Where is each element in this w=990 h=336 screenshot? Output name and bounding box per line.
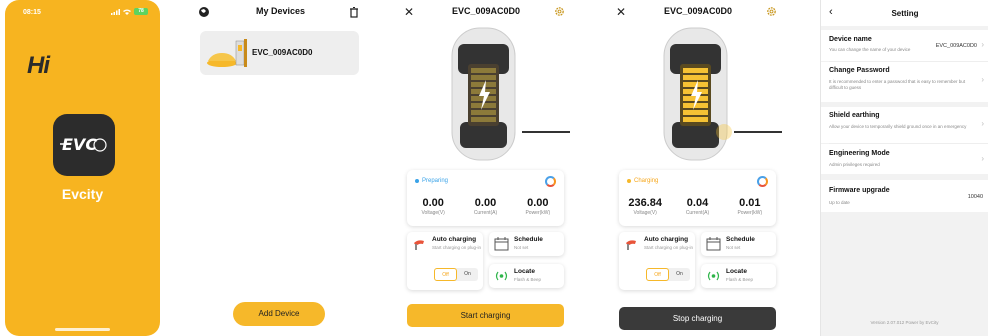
chart-icon[interactable] [757, 176, 768, 187]
evc-logo-icon: EVC [60, 135, 107, 154]
version-footer: Version 2.07.012 Power by EvCity [870, 320, 939, 325]
auto-charging-title: Auto charging [644, 236, 689, 243]
metrics-panel: Preparing 0.00 Voltage(V) 0.00 Current(A) … [407, 170, 564, 226]
signal-icon [111, 8, 120, 15]
toggle-on[interactable]: On [669, 268, 690, 281]
locate-tile[interactable]: Locate Flash & Beep [701, 264, 776, 288]
device-name: EVC_009AC0D0 [252, 48, 313, 57]
status-text: Preparing [422, 178, 449, 184]
page-title: My Devices [255, 6, 306, 16]
setting-shield-earthing[interactable]: Shield earthing Allow your device to tem… [821, 107, 988, 143]
plug-icon [626, 240, 636, 250]
power-metric: 0.01 Power(kW) [737, 197, 763, 216]
charger-charging-screen: ✕ EVC_009AC0D0 Charging 236.84 Voltage(V)… [612, 0, 784, 336]
setting-change-password[interactable]: Change Password It is recommended to ent… [821, 62, 988, 102]
status-dot [415, 179, 419, 183]
locate-title: Locate [514, 268, 535, 275]
schedule-subtitle: Not set [726, 245, 741, 250]
car-battery-icon [663, 27, 732, 161]
setting-device-name[interactable]: Device name You can change the name of y… [821, 30, 988, 61]
charger-car-icon [207, 39, 247, 67]
stop-charging-button[interactable]: Stop charging [619, 307, 776, 330]
setting-engineering-mode[interactable]: Engineering Mode Admin privileges requir… [821, 144, 988, 174]
toggle-off[interactable]: Off [646, 268, 669, 281]
schedule-tile[interactable]: Schedule Not set [701, 232, 776, 256]
plug-icon [414, 240, 424, 250]
gear-icon[interactable] [766, 6, 777, 17]
status-dot [627, 179, 631, 183]
status-text: Charging [634, 178, 659, 184]
settings-header: ‹ Setting [821, 0, 988, 26]
brand-name: Evcity [61, 186, 104, 202]
page-title: Setting [891, 9, 919, 18]
auto-charging-subtitle: Start charging on plug-in [644, 245, 694, 250]
charger-preparing-screen: ✕ EVC_009AC0D0 Preparing 0.00 Voltage(V) … [400, 0, 572, 336]
status-bar: 08:15 78 [5, 8, 160, 20]
app-logo: EVC [53, 114, 115, 176]
splash-screen: 08:15 78 Hi EVC Evcity [5, 0, 160, 336]
toggle-off[interactable]: Off [434, 268, 457, 281]
auto-charging-tile: Auto charging Start charging on plug-in … [407, 232, 483, 290]
greeting-logo: Hi [27, 52, 50, 79]
voltage-metric: 236.84 Voltage(V) [628, 197, 662, 216]
metrics-panel: Charging 236.84 Voltage(V) 0.04 Current(A)… [619, 170, 776, 226]
voltage-metric: 0.00 Voltage(V) [421, 197, 445, 216]
calendar-icon [706, 237, 721, 251]
schedule-title: Schedule [726, 236, 755, 243]
chevron-right-icon: › [981, 119, 984, 128]
settings-screen: ‹ Setting Device name You can change the… [820, 0, 988, 336]
auto-charging-toggle[interactable]: Off On [646, 268, 690, 281]
trash-icon[interactable] [348, 6, 360, 18]
device-name-value: EVC_009AC0D0 [935, 43, 977, 49]
signal-waves-icon [707, 271, 720, 281]
screenshot-collage: 08:15 78 Hi EVC Evcity My Devices EVC_00… [0, 0, 990, 336]
power-metric: 0.00 Power(kW) [525, 197, 551, 216]
start-charging-button[interactable]: Start charging [407, 304, 564, 327]
locate-subtitle: Flash & Beep [514, 277, 542, 282]
schedule-title: Schedule [514, 236, 543, 243]
battery-icon: 78 [134, 8, 148, 15]
chevron-right-icon: › [981, 75, 984, 84]
locate-title: Locate [726, 268, 747, 275]
car-battery-icon [451, 27, 516, 161]
chart-icon[interactable] [545, 176, 556, 187]
auto-charging-subtitle: Start charging on plug-in [432, 245, 482, 250]
home-indicator [55, 328, 110, 331]
schedule-subtitle: Not set [514, 245, 529, 250]
charging-cable [522, 131, 570, 133]
svg-text:EVC: EVC [62, 135, 97, 154]
locate-tile[interactable]: Locate Flash & Beep [489, 264, 564, 288]
calendar-icon [494, 237, 509, 251]
auto-charging-title: Auto charging [432, 236, 477, 243]
auto-charging-tile: Auto charging Start charging on plug-in … [619, 232, 695, 290]
charger-title: EVC_009AC0D0 [451, 6, 521, 16]
current-metric: 0.00 Current(A) [473, 197, 498, 216]
device-card[interactable]: EVC_009AC0D0 [200, 31, 359, 75]
chevron-right-icon: › [981, 40, 984, 49]
status-time: 08:15 [23, 9, 41, 16]
toggle-on[interactable]: On [457, 268, 478, 281]
current-metric: 0.04 Current(A) [685, 197, 710, 216]
locate-subtitle: Flash & Beep [726, 277, 754, 282]
my-devices-screen: My Devices EVC_009AC0D0 Add Device [193, 0, 368, 336]
schedule-tile[interactable]: Schedule Not set [489, 232, 564, 256]
wifi-icon [123, 9, 131, 15]
setting-firmware-upgrade[interactable]: Firmware upgrade Up to date 10040 [821, 180, 988, 212]
auto-charging-toggle[interactable]: Off On [434, 268, 478, 281]
add-device-button[interactable]: Add Device [233, 302, 325, 326]
firmware-version-value: 10040 [967, 194, 983, 200]
charger-title: EVC_009AC0D0 [663, 6, 733, 16]
charging-cable [734, 131, 782, 133]
gear-icon[interactable] [554, 6, 565, 17]
signal-waves-icon [495, 271, 508, 281]
chevron-right-icon: › [981, 154, 984, 163]
